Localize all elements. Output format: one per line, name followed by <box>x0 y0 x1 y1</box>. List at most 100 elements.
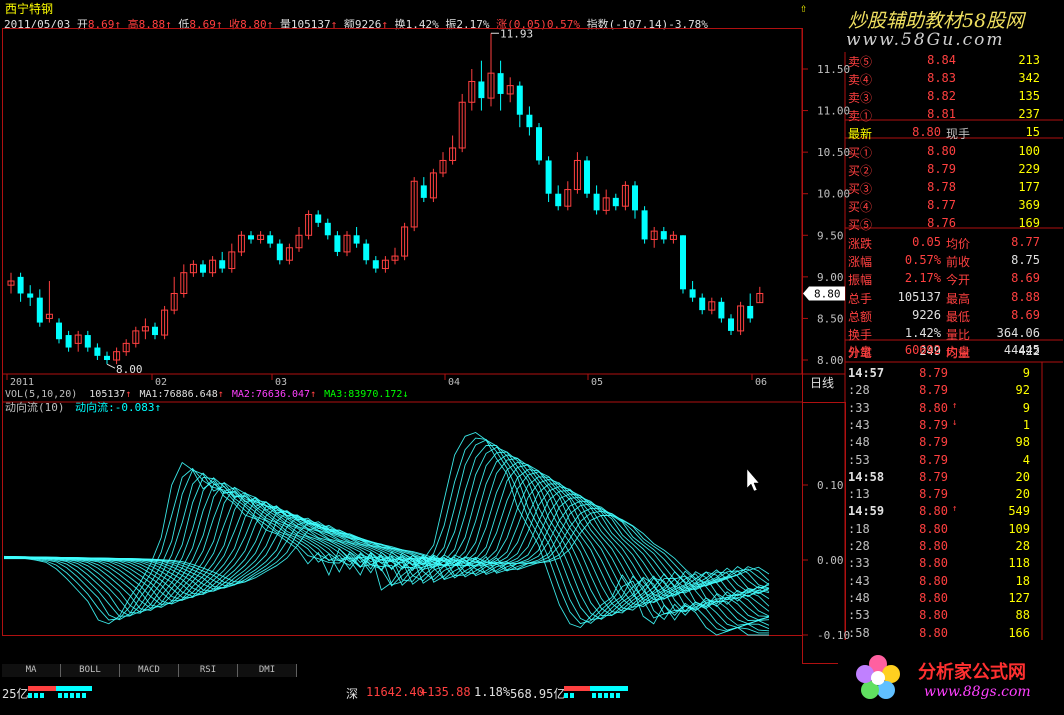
stat-row: 涨幅 0.57% 前收 8.75 <box>846 252 1042 270</box>
status-pct: 1.18% <box>474 685 511 699</box>
status-market[interactable]: 深 <box>346 685 358 702</box>
tick-price: 8.80 <box>919 504 948 519</box>
vol-legend-label: VOL(5,10,20) <box>5 389 77 400</box>
bid-price: 8.76 <box>927 216 956 230</box>
ask-row[interactable]: 卖⑤ 8.84 213 <box>846 52 1042 70</box>
indicator-axis: 0.100.00-0.10 <box>802 479 850 642</box>
candle-body-down <box>641 210 648 240</box>
candle-body-down <box>584 160 590 194</box>
price-tick-label: 9.50 <box>817 229 844 242</box>
tick-time: :58 <box>848 625 870 640</box>
bid-label: 买⑤ <box>848 218 873 232</box>
stat-row: 外盘 60692 内盘 44445 <box>846 342 1042 360</box>
ask-row[interactable]: 卖③ 8.82 135 <box>846 88 1042 106</box>
candle-body-down <box>353 235 360 244</box>
candlesticks <box>7 33 764 365</box>
period-label[interactable]: 日线 <box>810 376 834 390</box>
bid-row[interactable]: 买⑤ 8.76 169 <box>846 215 1042 233</box>
tab-dmi[interactable]: DMI <box>238 664 297 677</box>
candle-body-down <box>747 305 754 319</box>
watermark-title: 炒股辅助教材58股网 <box>848 10 1025 32</box>
stat-value: 60692 <box>904 343 941 357</box>
ask-price: 8.84 <box>927 53 956 67</box>
candle-body-down <box>276 243 283 261</box>
stat-value: 8.77 <box>1011 235 1040 249</box>
stat-key: 外盘 <box>848 345 873 359</box>
tick-time: :43 <box>848 573 870 588</box>
tick-volume: 1 <box>1022 417 1030 432</box>
tick-time: :48 <box>848 590 870 605</box>
bid-row[interactable]: 买④ 8.77 369 <box>846 197 1042 215</box>
price-marks: 11.93 8.00 8.80 <box>106 28 845 376</box>
candle-body-down <box>497 73 504 94</box>
tick-volume: 88 <box>1015 608 1030 623</box>
candle-body-down <box>526 114 533 128</box>
indicator-tick-label: 0.10 <box>817 479 844 492</box>
stat-key: 最高 <box>946 291 971 306</box>
bid-row[interactable]: 买② 8.79 229 <box>846 161 1042 179</box>
status-change: +135.88 <box>420 685 471 699</box>
candle-body-down <box>478 81 485 99</box>
tick-price: 8.79 <box>919 366 948 380</box>
tick-volume: 127 <box>1008 590 1030 605</box>
price-tick-label: 8.00 <box>817 354 844 367</box>
stat-value: 105137 <box>897 289 941 304</box>
ask-row[interactable]: 卖① 8.81 237 <box>846 106 1042 124</box>
bid-row[interactable]: 买③ 8.78 177 <box>846 179 1042 197</box>
stat-key: 最低 <box>946 309 971 324</box>
ask-label: 卖⑤ <box>848 55 873 69</box>
price-axis: 11.5011.0010.5010.009.509.008.508.00 <box>802 63 850 367</box>
tick-volume: 118 <box>1008 556 1030 571</box>
indicator-tabs: MA BOLL MACD RSI DMI <box>2 664 302 677</box>
tick-row: 14:58 8.79 20 <box>846 469 1042 486</box>
watermark-url: www.58Gu.com <box>846 30 1005 50</box>
stat-value: 8.69 <box>1011 271 1040 286</box>
tick-price: 8.79 <box>919 435 948 450</box>
candle-body-down <box>17 276 24 294</box>
status-index: 11642.40 <box>366 685 424 699</box>
stock-name[interactable]: 西宁特钢 <box>5 0 53 17</box>
tick-price: 8.80 <box>919 539 948 553</box>
tick-row: :43 8.80 18 <box>846 573 1042 590</box>
stat-value: 8.88 <box>1011 289 1040 304</box>
tick-volume: 166 <box>1008 625 1030 640</box>
tick-volume: 18 <box>1015 573 1030 588</box>
stat-row: 涨跌 0.05 均价 8.77 <box>846 234 1042 252</box>
stat-key: 内盘 <box>946 345 971 359</box>
tick-price: 8.80 <box>919 608 948 623</box>
candle-body-down <box>104 355 110 360</box>
quote-panel: 卖⑤ 8.84 213 卖④ 8.83 342 卖③ 8.82 135 卖① 8.81 237 最新 8… <box>846 52 1063 664</box>
ask-price: 8.82 <box>927 89 956 103</box>
tick-row: :28 8.79 92 <box>846 382 1042 399</box>
tab-boll[interactable]: BOLL <box>61 664 120 677</box>
stat-row: 振幅 2.17% 今开 8.69 <box>846 270 1042 288</box>
watermark-banner: 炒股辅助教材58股网 www.58Gu.com <box>838 0 1064 52</box>
indicator-line <box>4 457 770 621</box>
tick-price: 8.80 <box>919 521 948 536</box>
candle-body-down <box>94 347 101 356</box>
tab-macd[interactable]: MACD <box>120 664 179 677</box>
tick-time: :28 <box>848 539 870 553</box>
price-tick-label: 8.50 <box>817 312 844 325</box>
tab-rsi[interactable]: RSI <box>179 664 238 677</box>
indicator-line <box>3 437 769 634</box>
price-tick-label: 9.00 <box>817 271 844 284</box>
stat-key: 均价 <box>946 237 971 251</box>
tick-row: :28 8.80 28 <box>846 538 1042 555</box>
bid-row[interactable]: 买① 8.80 100 <box>846 143 1042 161</box>
tick-row: :43 8.79 ↓ 1 <box>846 417 1042 434</box>
candle-body-down <box>200 264 206 273</box>
indicator-line <box>4 489 770 597</box>
expand-icon[interactable]: ⇧ <box>800 1 807 15</box>
indicator-line <box>3 431 769 636</box>
tick-time: :28 <box>848 383 870 398</box>
tab-ma[interactable]: MA <box>2 664 61 677</box>
stat-key: 振幅 <box>848 273 873 288</box>
ask-row[interactable]: 卖④ 8.83 342 <box>846 70 1042 88</box>
tick-time: :18 <box>848 521 870 536</box>
tick-volume: 4 <box>1022 452 1030 467</box>
tick-row: :18 8.80 109 <box>846 521 1042 538</box>
bid-price: 8.79 <box>927 162 956 176</box>
indicator-axis-frame <box>802 402 846 664</box>
tick-arrow: ↓ <box>952 417 958 428</box>
